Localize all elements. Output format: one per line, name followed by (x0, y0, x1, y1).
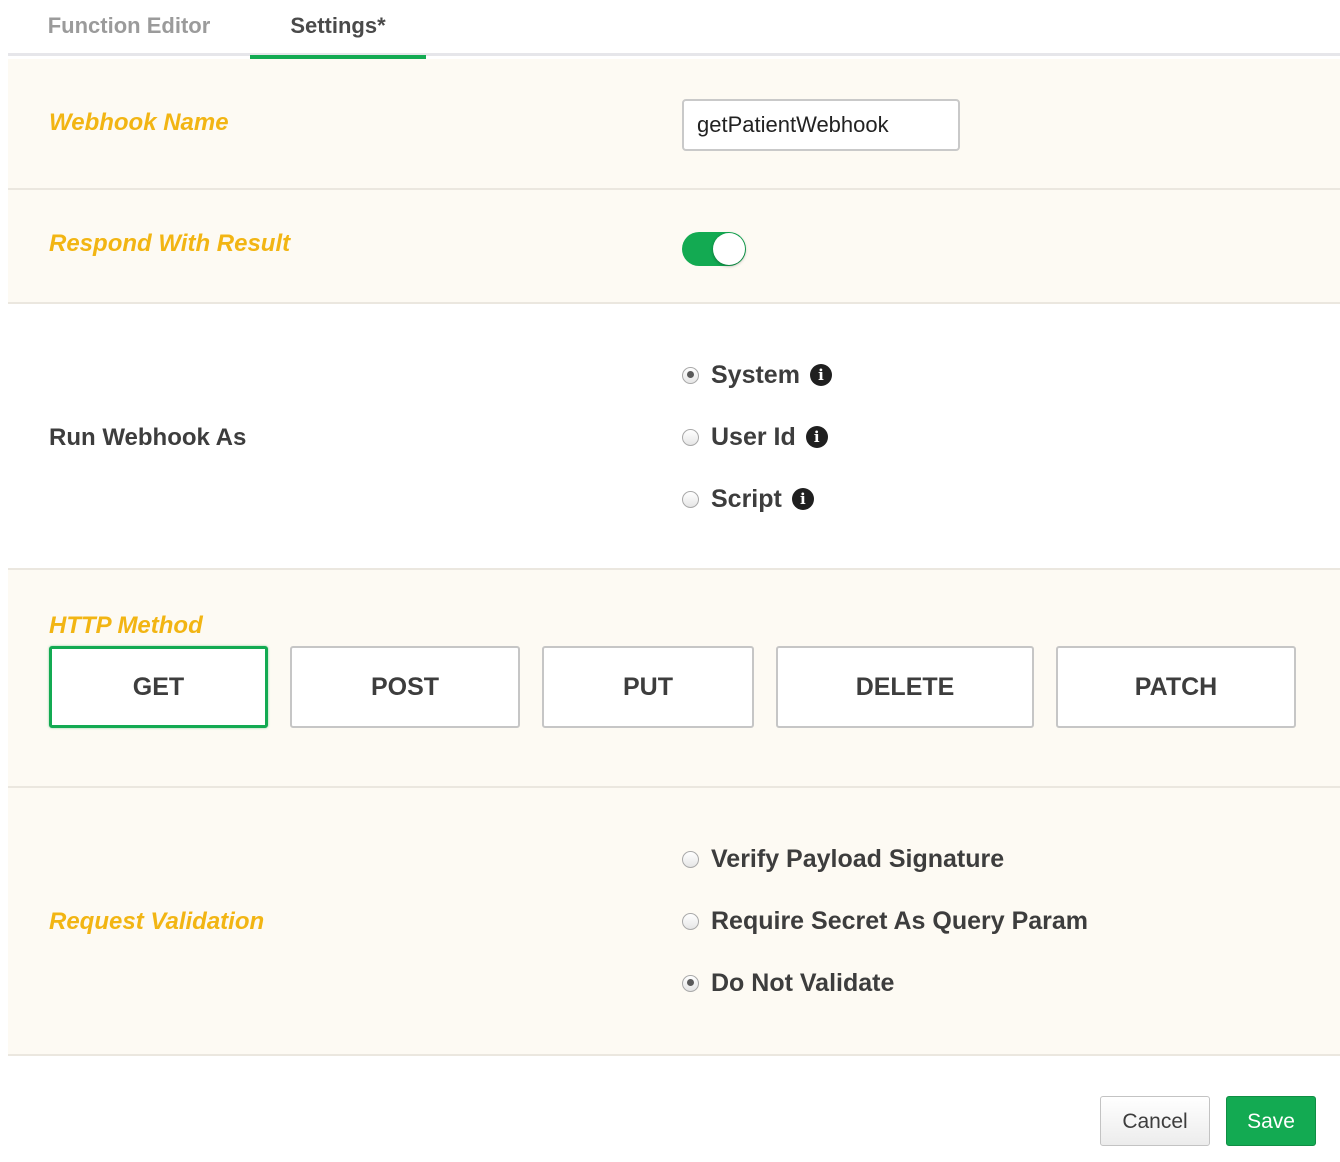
webhook-name-label: Webhook Name (49, 109, 229, 136)
info-icon[interactable]: i (805, 426, 828, 448)
run-as-system-label: System (711, 360, 800, 389)
request-validation-label: Request Validation (49, 908, 265, 935)
respond-with-result-label: Respond With Result (49, 230, 291, 257)
http-method-label: HTTP Method (49, 612, 203, 639)
verify-payload-signature-label: Verify Payload Signature (711, 844, 1005, 873)
respond-with-result-toggle[interactable] (682, 232, 746, 266)
method-patch-button[interactable]: PATCH (1056, 646, 1296, 728)
method-post-button[interactable]: POST (290, 646, 520, 728)
run-as-script-radio[interactable] (682, 490, 699, 508)
run-as-user-id-option[interactable]: User Id i (682, 419, 828, 455)
run-as-system-radio[interactable] (682, 366, 699, 384)
require-secret-option[interactable]: Require Secret As Query Param (682, 903, 1088, 939)
run-webhook-as-label: Run Webhook As (49, 424, 247, 451)
toggle-knob (713, 233, 745, 265)
tab-bar: Function Editor Settings* (8, 0, 1340, 59)
run-as-user-id-label: User Id (711, 422, 796, 451)
tab-settings[interactable]: Settings* (250, 0, 426, 59)
do-not-validate-label: Do Not Validate (711, 968, 895, 997)
save-button[interactable]: Save (1226, 1096, 1316, 1146)
require-secret-radio[interactable] (682, 912, 699, 930)
verify-payload-signature-radio[interactable] (682, 850, 699, 868)
info-icon[interactable]: i (809, 364, 832, 386)
run-as-system-option[interactable]: System i (682, 357, 832, 393)
respond-with-result-section: Respond With Result (8, 190, 1340, 304)
run-as-script-option[interactable]: Script i (682, 481, 814, 517)
verify-payload-signature-option[interactable]: Verify Payload Signature (682, 841, 1004, 877)
http-method-section: HTTP Method GET POST PUT DELETE PATCH (8, 570, 1340, 788)
run-as-script-label: Script (711, 484, 782, 513)
request-validation-section: Request Validation Verify Payload Signat… (8, 788, 1340, 1056)
method-put-button[interactable]: PUT (542, 646, 754, 728)
method-get-button[interactable]: GET (49, 646, 268, 728)
run-webhook-as-section: Run Webhook As System i User Id i Script… (8, 304, 1340, 570)
do-not-validate-radio[interactable] (682, 974, 699, 992)
webhook-name-section: Webhook Name (8, 59, 1340, 190)
run-as-user-id-radio[interactable] (682, 428, 699, 446)
info-icon[interactable]: i (791, 488, 814, 510)
cancel-button[interactable]: Cancel (1100, 1096, 1210, 1146)
tab-function-editor[interactable]: Function Editor (38, 0, 220, 56)
webhook-name-input[interactable] (682, 99, 960, 151)
method-delete-button[interactable]: DELETE (776, 646, 1034, 728)
do-not-validate-option[interactable]: Do Not Validate (682, 965, 894, 1001)
require-secret-label: Require Secret As Query Param (711, 906, 1089, 935)
